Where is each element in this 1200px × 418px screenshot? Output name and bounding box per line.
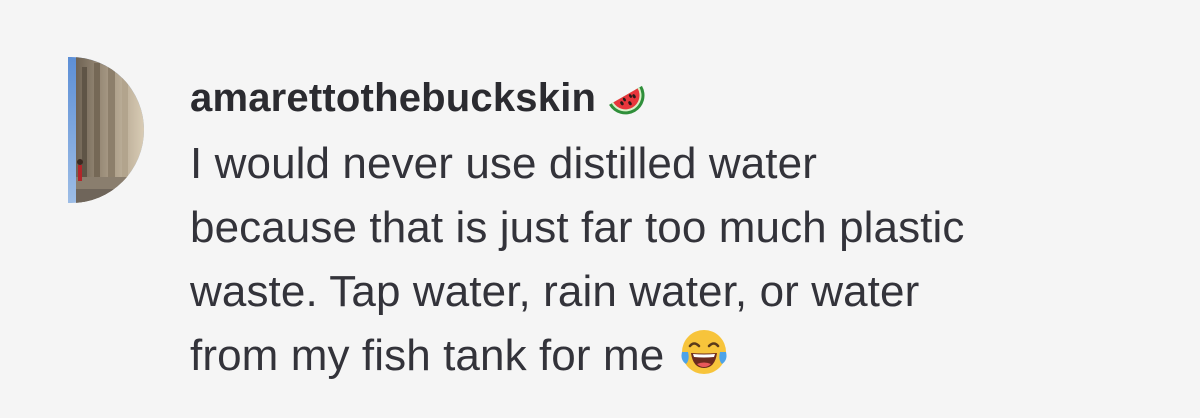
comment-card: amarettothebuckskin I would never use di… [0, 0, 1200, 418]
comment-body: amarettothebuckskin I would never use di… [190, 68, 1180, 388]
comment-line: I would never use distilled water [190, 139, 817, 188]
comment-line: waste. Tap water, rain water, or water [190, 267, 920, 316]
comment-line: because that is just far too much plasti… [190, 203, 965, 252]
username[interactable]: amarettothebuckskin [190, 68, 596, 128]
watermelon-icon [604, 75, 650, 121]
avatar-photo [68, 57, 144, 203]
comment-line-last: from my fish tank for me [190, 324, 1180, 388]
comment-text: I would never use distilled water becaus… [190, 132, 1180, 388]
comment-line-text: from my fish tank for me [190, 331, 665, 380]
username-row: amarettothebuckskin [190, 68, 1180, 128]
tears-of-joy-icon [678, 326, 730, 378]
avatar[interactable] [68, 57, 144, 203]
